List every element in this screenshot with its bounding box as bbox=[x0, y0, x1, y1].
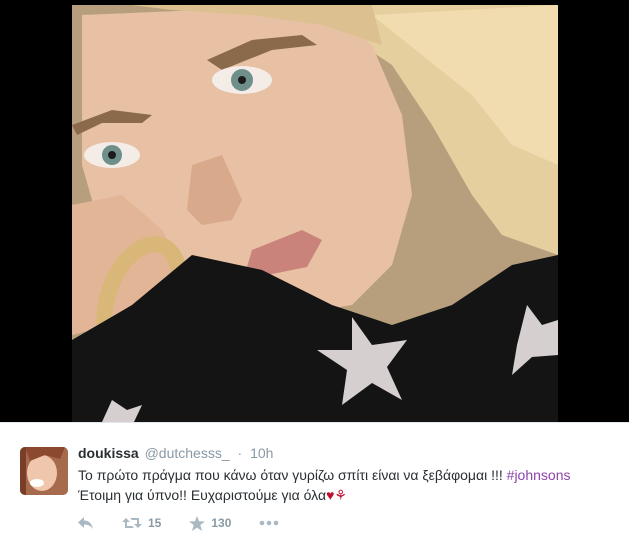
flower-emoji: ⚘ bbox=[334, 487, 347, 503]
tweet-text-line2: Έτοιμη για ύπνο!! Ευχαριστούμε για όλα bbox=[78, 487, 327, 503]
tweet-actions: 15 130 bbox=[78, 513, 307, 533]
hashtag-link[interactable]: #johnsons bbox=[507, 467, 571, 483]
reply-icon bbox=[78, 517, 93, 529]
username[interactable]: @dutchesss_ bbox=[145, 445, 230, 461]
favorite-count: 130 bbox=[211, 516, 232, 530]
retweet-icon bbox=[122, 518, 142, 528]
favorite-button[interactable]: 130 bbox=[189, 515, 232, 531]
avatar-image bbox=[20, 447, 68, 495]
avatar[interactable] bbox=[20, 447, 68, 495]
more-icon bbox=[260, 520, 279, 526]
photo-illustration bbox=[72, 5, 558, 422]
separator: · bbox=[237, 445, 243, 461]
retweet-button[interactable]: 15 bbox=[122, 516, 161, 530]
tweet-text: Το πρώτο πράγμα που κάνω όταν γυρίζω σπί… bbox=[78, 465, 608, 505]
tweet-card: doukissa @dutchesss_ · 10h Το πρώτο πράγ… bbox=[0, 422, 629, 548]
reply-button[interactable] bbox=[78, 516, 94, 530]
retweet-count: 15 bbox=[148, 516, 162, 530]
timestamp[interactable]: 10h bbox=[250, 445, 273, 461]
fullname[interactable]: doukissa bbox=[78, 445, 139, 461]
tweet-media[interactable] bbox=[0, 0, 629, 422]
tweet-text-line1: Το πρώτο πράγμα που κάνω όταν γυρίζω σπί… bbox=[78, 467, 507, 483]
selfie-photo[interactable] bbox=[72, 5, 558, 422]
more-button[interactable] bbox=[259, 520, 279, 526]
star-icon bbox=[189, 515, 206, 531]
tweet-header: doukissa @dutchesss_ · 10h bbox=[78, 445, 273, 461]
